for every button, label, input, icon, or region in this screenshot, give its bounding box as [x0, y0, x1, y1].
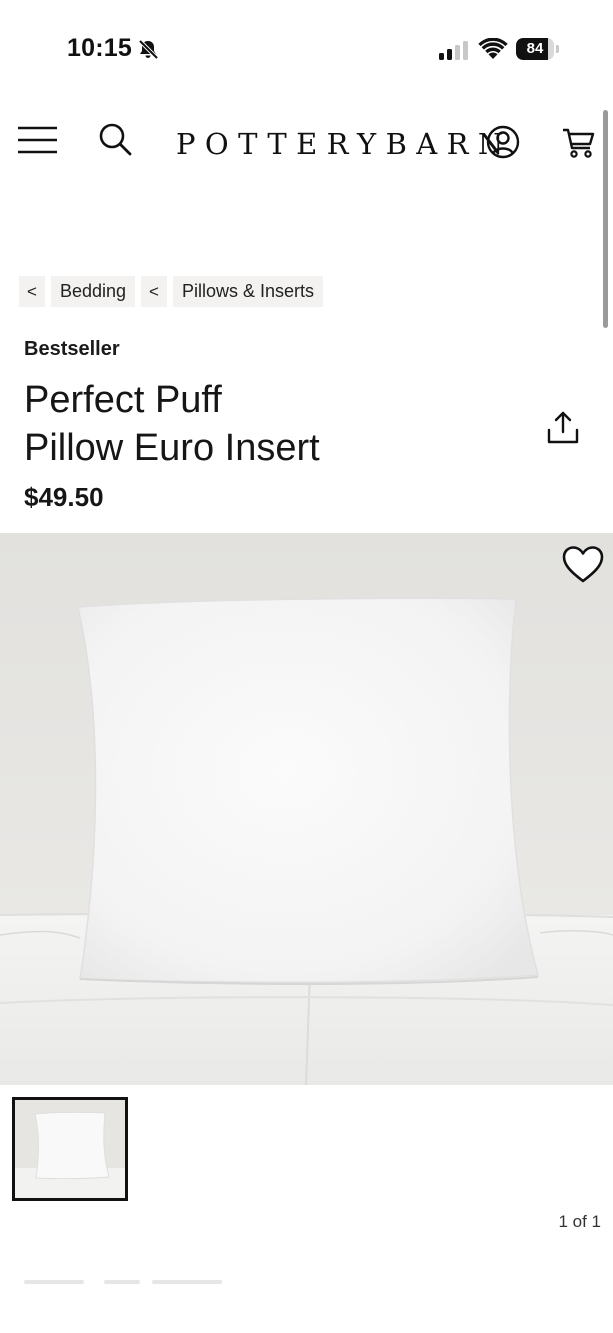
account-icon[interactable] — [486, 125, 520, 159]
signal-icon — [439, 41, 468, 60]
thumbnail-image — [15, 1100, 125, 1198]
image-counter: 1 of 1 — [558, 1212, 601, 1231]
breadcrumb-item-bedding[interactable]: Bedding — [50, 276, 135, 307]
thumbnail-1[interactable] — [12, 1097, 128, 1201]
brand-logo[interactable]: POTTERYBARN — [176, 124, 503, 164]
breadcrumb-back-bedding[interactable]: < — [19, 276, 45, 307]
menu-icon[interactable] — [18, 125, 58, 155]
product-title: Perfect Puff Pillow Euro Insert — [24, 376, 504, 472]
heart-icon[interactable] — [561, 545, 605, 585]
product-title-line-2: Pillow Euro Insert — [24, 427, 320, 469]
product-image[interactable] — [0, 533, 613, 1085]
share-icon[interactable] — [546, 410, 580, 446]
scrollbar[interactable] — [603, 110, 608, 328]
site-header: POTTERYBARN — [0, 110, 613, 180]
battery-level: 84 — [526, 40, 544, 57]
product-title-line-1: Perfect Puff — [24, 379, 222, 421]
bestseller-badge: Bestseller — [24, 338, 120, 360]
pillow-photo — [0, 533, 613, 1085]
cart-icon[interactable] — [562, 125, 596, 159]
breadcrumb-back-pillows[interactable]: < — [141, 276, 167, 307]
battery-body: 84 — [516, 38, 554, 60]
product-price: $49.50 — [24, 482, 104, 512]
status-time: 10:15 — [67, 34, 132, 62]
search-icon[interactable] — [98, 122, 132, 156]
bell-off-icon — [138, 39, 159, 60]
breadcrumb-item-pillows-inserts[interactable]: Pillows & Inserts — [172, 276, 323, 307]
status-bar: 10:15 84 — [0, 0, 613, 100]
faded-content — [24, 1276, 244, 1288]
wifi-icon — [478, 38, 508, 59]
battery-nub — [556, 45, 559, 53]
battery-icon: 84 — [516, 38, 560, 60]
breadcrumb: < Bedding < Pillows & Inserts — [19, 276, 323, 307]
